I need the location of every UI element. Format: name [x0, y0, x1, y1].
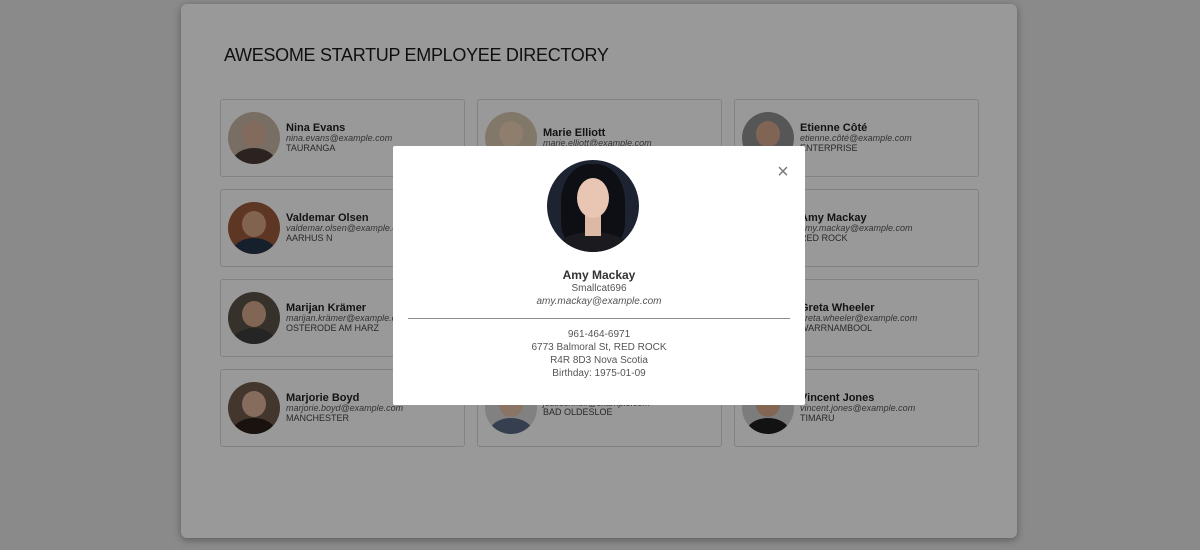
modal-username: Smallcat696	[571, 283, 627, 294]
close-icon[interactable]: ×	[775, 162, 791, 182]
modal-avatar	[547, 160, 639, 252]
modal-address-line1: 6773 Balmoral St, RED ROCK	[531, 342, 667, 353]
modal-phone: 961-464-6971	[567, 329, 631, 340]
employee-modal: × Amy Mackay Smallcat696 amy.mackay@exam…	[393, 146, 805, 405]
modal-address-line2: R4R 8D3 Nova Scotia	[550, 355, 648, 366]
modal-divider	[408, 318, 790, 319]
modal-birthday: Birthday: 1975-01-09	[552, 368, 646, 379]
modal-name: Amy Mackay	[562, 268, 636, 282]
modal-email: amy.mackay@example.com	[536, 296, 662, 307]
